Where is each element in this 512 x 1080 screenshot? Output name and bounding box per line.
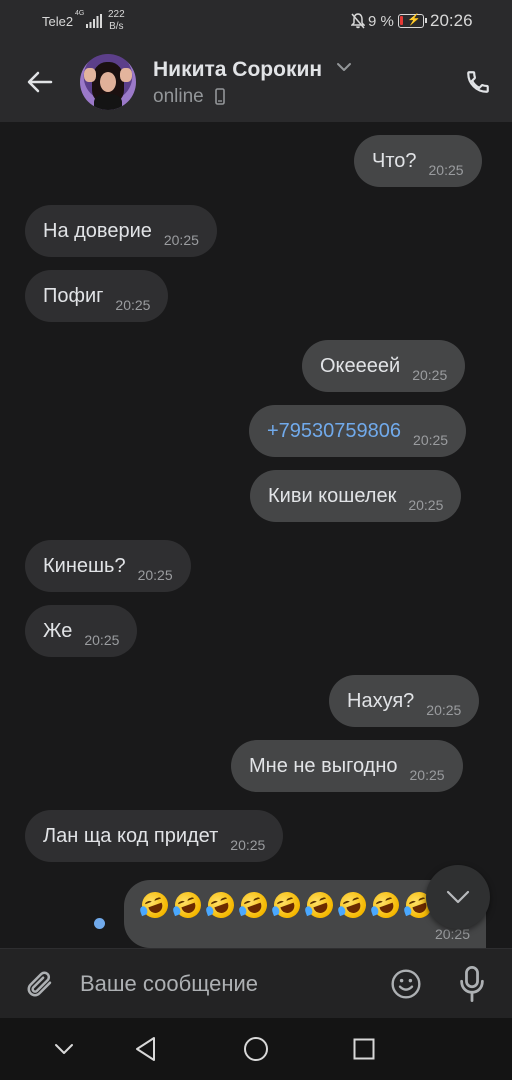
message-time: 20:25 [412,367,448,383]
nav-recents-button[interactable] [347,1032,381,1066]
rofl-emoji-icon [138,888,172,922]
message-text: Лан ща код придет [43,824,219,847]
message-time: 20:25 [408,497,444,513]
attach-paperclip-icon [27,971,52,997]
chevron-down-icon [446,890,470,904]
network-speed: 222 B/s [108,9,125,33]
message-time: 20:25 [409,767,445,783]
message-bubble-outgoing[interactable]: Мне не выгодно 20:25 [231,740,463,792]
microphone-icon [460,966,484,1002]
back-arrow-icon [27,71,53,93]
phone-call-icon [467,71,489,93]
message-time: 20:25 [230,837,266,853]
message-bubble-incoming[interactable]: Пофиг 20:25 [25,270,169,322]
message-time: 20:25 [84,632,120,648]
message-bubble-incoming[interactable]: Же 20:25 [25,605,138,657]
rofl-emoji-icon [336,888,370,922]
status-bar: Tele2 4G 222 B/s 9 % ⚡ 20:26 [0,0,512,42]
message-list[interactable]: Что? 20:25 На доверие 20:25 Пофиг 20:25 … [0,122,512,948]
message-time: 20:25 [413,432,449,448]
call-button[interactable] [460,64,496,100]
chat-header: Никита Сорокин online [0,42,512,122]
message-bubble-incoming[interactable]: Кинешь? 20:25 [25,540,191,592]
message-text: Нахуя? [347,689,415,712]
emoji-button[interactable] [388,966,424,1002]
message-text: Мне не выгодно [249,754,398,777]
avatar[interactable] [80,54,136,110]
emoji-smile-icon [391,969,421,999]
rofl-emoji-icon [303,888,337,922]
network-speed-unit: B/s [109,21,124,32]
system-navigation-bar [0,1018,512,1080]
voice-message-button[interactable] [454,964,490,1004]
message-text: Океееей [320,354,401,377]
nav-home-button[interactable] [239,1032,273,1066]
message-text: На доверие [43,219,152,242]
nav-recents-icon [353,1038,375,1060]
mobile-phone-icon [215,88,225,105]
message-bubble-incoming[interactable]: Лан ща код придет 20:25 [25,810,284,862]
nav-back-icon [136,1037,155,1061]
phone-number-link[interactable]: +79530759806 [267,420,401,443]
nav-hide-icon [55,1044,73,1054]
message-text: Киви кошелек [268,484,397,507]
message-bubble-outgoing[interactable]: Что? 20:25 [354,135,482,187]
carrier-label: Tele2 [42,14,74,29]
rofl-emoji-icon [237,888,271,922]
emoji-row [138,888,436,922]
contact-name[interactable]: Никита Сорокин [153,58,322,82]
unread-indicator [94,918,105,929]
message-bubble-outgoing[interactable]: +79530759806 20:25 [249,405,467,457]
rofl-emoji-icon [204,888,238,922]
back-button[interactable] [20,62,60,102]
message-bubble-outgoing[interactable]: Киви кошелек 20:25 [250,470,462,522]
mute-bell-icon [351,13,365,29]
message-input[interactable] [80,967,370,1001]
battery-icon: ⚡ [398,14,427,28]
message-bubble-outgoing[interactable]: Океееей 20:25 [302,340,466,392]
message-time: 20:25 [426,702,462,718]
scroll-to-bottom-button[interactable] [426,865,490,929]
network-speed-value: 222 [108,9,125,20]
attach-button[interactable] [22,966,58,1002]
message-text: Же [43,619,73,642]
message-time: 20:25 [137,567,173,583]
nav-home-icon [244,1037,268,1061]
clock: 20:26 [430,11,473,30]
chevron-down-icon[interactable] [336,62,352,72]
message-bubble-incoming[interactable]: На доверие 20:25 [25,205,217,257]
message-bubble-outgoing[interactable]: Нахуя? 20:25 [329,675,480,727]
signal-strength-icon [86,14,102,28]
battery-percent: 9 % [368,13,394,30]
message-composer [0,948,512,1018]
message-text: Пофиг [43,284,104,307]
nav-hide-button[interactable] [47,1032,81,1066]
message-text: Что? [372,149,417,172]
rofl-emoji-icon [369,888,403,922]
rofl-emoji-icon [171,888,205,922]
network-type: 4G [75,10,85,17]
message-time: 20:25 [428,162,464,178]
message-time: 20:25 [115,297,151,313]
contact-status: online [153,86,204,107]
rofl-emoji-icon [270,888,304,922]
message-time: 20:25 [163,232,199,248]
message-text: Кинешь? [43,554,126,577]
nav-back-button[interactable] [129,1032,163,1066]
